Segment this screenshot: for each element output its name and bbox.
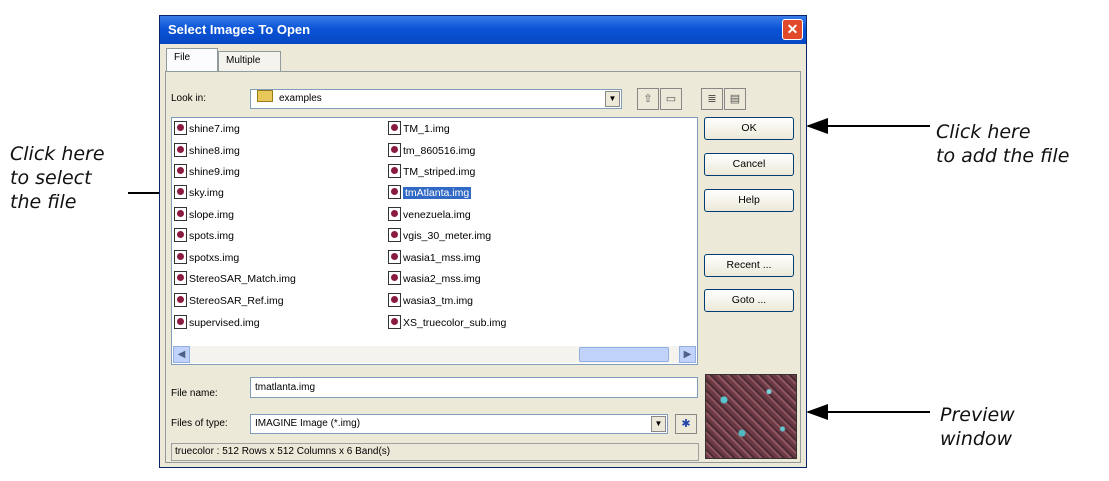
scroll-thumb[interactable] (579, 347, 669, 362)
callout-line: Preview (940, 404, 1015, 426)
title-bar: Select Images To Open ✕ (160, 16, 806, 44)
image-file-icon (388, 250, 401, 264)
list-item[interactable]: sky.img (174, 185, 224, 202)
image-file-icon (174, 293, 187, 307)
list-item[interactable]: supervised.img (174, 315, 260, 332)
details-view-button[interactable]: ▤ (724, 88, 746, 110)
help-button[interactable]: Help (704, 189, 794, 212)
cancel-button[interactable]: Cancel (704, 153, 794, 176)
list-item[interactable]: XS_truecolor_sub.img (388, 315, 506, 332)
up-folder-button[interactable]: ⇧ (637, 88, 659, 110)
horizontal-scrollbar[interactable]: ◀ ▶ (173, 346, 696, 363)
image-file-icon (174, 164, 187, 178)
image-file-icon (388, 121, 401, 135)
dialog-title: Select Images To Open (168, 22, 311, 37)
list-item[interactable]: wasia1_mss.img (388, 250, 481, 267)
chevron-down-icon: ▼ (605, 91, 620, 107)
callout-line: Click here (10, 143, 105, 165)
tab-multiple[interactable]: Multiple (218, 51, 281, 71)
recent-button[interactable]: Recent ... (704, 254, 794, 277)
file-list[interactable]: shine7.img shine8.img shine9.img sky.img… (171, 117, 698, 365)
files-of-type-dropdown[interactable]: IMAGINE Image (*.img) ▼ (250, 414, 668, 434)
callout-select-file: Click here to select the file (10, 142, 105, 214)
close-icon: ✕ (786, 21, 799, 37)
list-item[interactable]: TM_striped.img (388, 164, 475, 181)
image-file-icon (388, 315, 401, 329)
filter-options-button[interactable]: ✱ (675, 414, 697, 434)
list-item[interactable]: TM_1.img (388, 121, 450, 138)
files-of-type-label: Files of type: (171, 418, 228, 429)
image-file-icon (388, 185, 401, 199)
image-file-icon (174, 315, 187, 329)
list-item[interactable]: shine7.img (174, 121, 240, 138)
image-file-icon (388, 293, 401, 307)
status-bar: truecolor : 512 Rows x 512 Columns x 6 B… (171, 443, 699, 461)
callout-line: Click here (936, 121, 1031, 143)
select-images-dialog: Select Images To Open ✕ File Multiple Lo… (159, 15, 807, 468)
goto-button[interactable]: Goto ... (704, 289, 794, 312)
new-folder-button[interactable]: ▭ (660, 88, 682, 110)
details-view-icon: ▤ (729, 93, 741, 105)
list-item[interactable]: venezuela.img (388, 207, 471, 224)
image-file-icon (388, 228, 401, 242)
scroll-left-button[interactable]: ◀ (173, 346, 190, 363)
list-item[interactable]: tm_860516.img (388, 143, 475, 160)
list-item[interactable]: wasia2_mss.img (388, 271, 481, 288)
look-in-dropdown[interactable]: examples ▼ (250, 89, 622, 109)
close-button[interactable]: ✕ (782, 19, 803, 40)
chevron-right-icon: ▶ (683, 349, 692, 360)
callout-line: window (940, 428, 1013, 450)
list-view-button[interactable]: ≣ (701, 88, 723, 110)
image-file-icon (174, 271, 187, 285)
look-in-value: examples (279, 93, 322, 104)
callout-line: to select (10, 167, 92, 189)
ok-button[interactable]: OK (704, 117, 794, 140)
image-file-icon (388, 164, 401, 178)
arrow-to-preview (806, 404, 930, 420)
image-file-icon (174, 228, 187, 242)
list-item[interactable]: spots.img (174, 228, 234, 245)
files-of-type-value: IMAGINE Image (*.img) (255, 418, 361, 429)
image-file-icon (388, 207, 401, 221)
image-file-icon (388, 143, 401, 157)
list-view-icon: ≣ (707, 93, 717, 105)
list-item[interactable]: wasia3_tm.img (388, 293, 473, 310)
callout-line: the file (10, 191, 77, 213)
new-folder-icon: ▭ (665, 93, 677, 105)
callout-line: to add the file (936, 145, 1070, 167)
list-item[interactable]: vgis_30_meter.img (388, 228, 491, 245)
file-name-input[interactable]: tmatlanta.img (250, 377, 698, 398)
look-in-label: Look in: (171, 93, 207, 104)
image-file-icon (174, 207, 187, 221)
scroll-right-button[interactable]: ▶ (679, 346, 696, 363)
image-file-icon (174, 185, 187, 199)
asterisk-icon: ✱ (681, 418, 691, 430)
list-item[interactable]: slope.img (174, 207, 234, 224)
folder-icon (257, 90, 273, 102)
callout-preview: Preview window (940, 403, 1015, 451)
list-item[interactable]: StereoSAR_Match.img (174, 271, 296, 288)
callout-add-file: Click here to add the file (936, 120, 1069, 168)
arrow-to-ok (806, 118, 930, 134)
chevron-down-icon: ▼ (651, 416, 666, 432)
list-item[interactable]: shine9.img (174, 164, 240, 181)
list-item[interactable]: StereoSAR_Ref.img (174, 293, 284, 310)
image-preview (705, 374, 797, 459)
list-item[interactable]: spotxs.img (174, 250, 239, 267)
image-file-icon (388, 271, 401, 285)
chevron-left-icon: ◀ (177, 349, 186, 360)
file-name-label: File name: (171, 388, 218, 399)
list-item[interactable]: shine8.img (174, 143, 240, 160)
image-file-icon (174, 121, 187, 135)
tab-file[interactable]: File (166, 48, 218, 71)
image-file-icon (174, 143, 187, 157)
list-item-selected[interactable]: tmAtlanta.img (388, 185, 472, 202)
up-folder-icon: ⇧ (643, 93, 653, 105)
image-file-icon (174, 250, 187, 264)
